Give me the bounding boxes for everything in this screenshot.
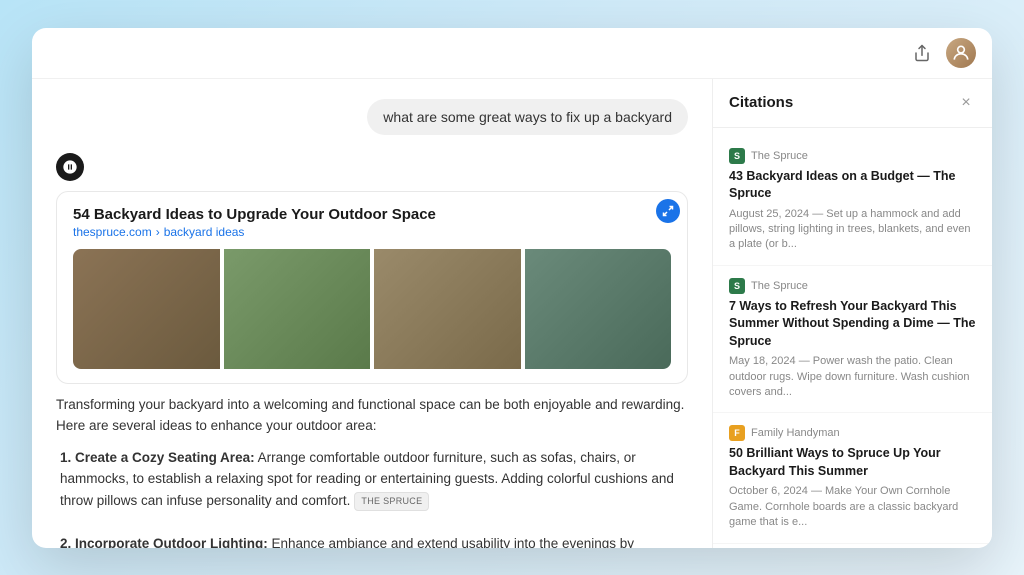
favicon-fh-1: F: [729, 425, 745, 441]
result-card-wrapper: 54 Backyard Ideas to Upgrade Your Outdoo…: [56, 191, 688, 384]
chat-panel: what are some great ways to fix up a bac…: [32, 79, 712, 548]
item-1-label: Create a Cozy Seating Area:: [75, 450, 255, 465]
result-title: 54 Backyard Ideas to Upgrade Your Outdoo…: [73, 206, 671, 223]
citation-title-2: 7 Ways to Refresh Your Backyard This Sum…: [729, 298, 976, 351]
source-name-3: Family Handyman: [751, 427, 840, 439]
source-tag-1: THE SPRUCE: [354, 492, 429, 510]
ai-header: [56, 151, 688, 181]
citation-title-3: 50 Brilliant Ways to Spruce Up Your Back…: [729, 445, 976, 480]
source-name-1: The Spruce: [751, 150, 808, 162]
share-button[interactable]: [908, 39, 936, 67]
item-2-label: Incorporate Outdoor Lighting:: [75, 536, 268, 547]
main-content: what are some great ways to fix up a bac…: [32, 79, 992, 548]
user-message: what are some great ways to fix up a bac…: [367, 99, 688, 135]
backyard-image-2: [224, 249, 371, 369]
favicon-spruce-1: S: [729, 148, 745, 164]
backyard-image-1: [73, 249, 220, 369]
citations-title: Citations: [729, 94, 793, 111]
citation-item-1[interactable]: S The Spruce 43 Backyard Ideas on a Budg…: [713, 136, 992, 266]
ai-icon: [56, 153, 84, 181]
citation-source-1: S The Spruce: [729, 148, 976, 164]
source-name-2: The Spruce: [751, 280, 808, 292]
backyard-image-3: [374, 249, 521, 369]
backyard-image-4: [525, 249, 672, 369]
app-window: what are some great ways to fix up a bac…: [32, 28, 992, 548]
citation-item-2[interactable]: S The Spruce 7 Ways to Refresh Your Back…: [713, 266, 992, 414]
citation-desc-3: October 6, 2024 — Make Your Own Cornhole…: [729, 484, 976, 530]
citation-desc-1: August 25, 2024 — Set up a hammock and a…: [729, 207, 976, 253]
result-url[interactable]: thespruce.com › backyard ideas: [73, 225, 671, 239]
citations-header: Citations ×: [713, 79, 992, 128]
favicon-spruce-2: S: [729, 278, 745, 294]
body-intro: Transforming your backyard into a welcom…: [56, 394, 688, 437]
list-item-1: 1. Create a Cozy Seating Area: Arrange c…: [56, 447, 688, 512]
url-path: backyard ideas: [164, 225, 245, 239]
item-2-num: 2.: [60, 536, 75, 547]
expand-button[interactable]: [656, 199, 680, 223]
ai-response: 54 Backyard Ideas to Upgrade Your Outdoo…: [56, 151, 688, 548]
citation-item-3[interactable]: F Family Handyman 50 Brilliant Ways to S…: [713, 413, 992, 543]
item-1-num: 1.: [60, 450, 75, 465]
list-item-2: 2. Incorporate Outdoor Lighting: Enhance…: [56, 533, 688, 547]
citation-title-1: 43 Backyard Ideas on a Budget — The Spru…: [729, 168, 976, 203]
citations-panel: Citations × S The Spruce 43 Backyard Ide…: [712, 79, 992, 548]
citation-desc-2: May 18, 2024 — Power wash the patio. Cle…: [729, 354, 976, 400]
top-bar: [32, 28, 992, 79]
citation-source-2: S The Spruce: [729, 278, 976, 294]
avatar[interactable]: [946, 38, 976, 68]
image-grid: [73, 249, 671, 369]
citations-list: S The Spruce 43 Backyard Ideas on a Budg…: [713, 128, 992, 548]
url-separator: ›: [156, 225, 160, 239]
citation-source-3: F Family Handyman: [729, 425, 976, 441]
close-citations-button[interactable]: ×: [956, 93, 976, 113]
suggestion-list: 1. Create a Cozy Seating Area: Arrange c…: [56, 447, 688, 548]
url-domain: thespruce.com: [73, 225, 152, 239]
result-card: 54 Backyard Ideas to Upgrade Your Outdoo…: [56, 191, 688, 384]
citation-item-4[interactable]: B Better Homes & Gardens 50 Stunning Bac…: [713, 544, 992, 548]
